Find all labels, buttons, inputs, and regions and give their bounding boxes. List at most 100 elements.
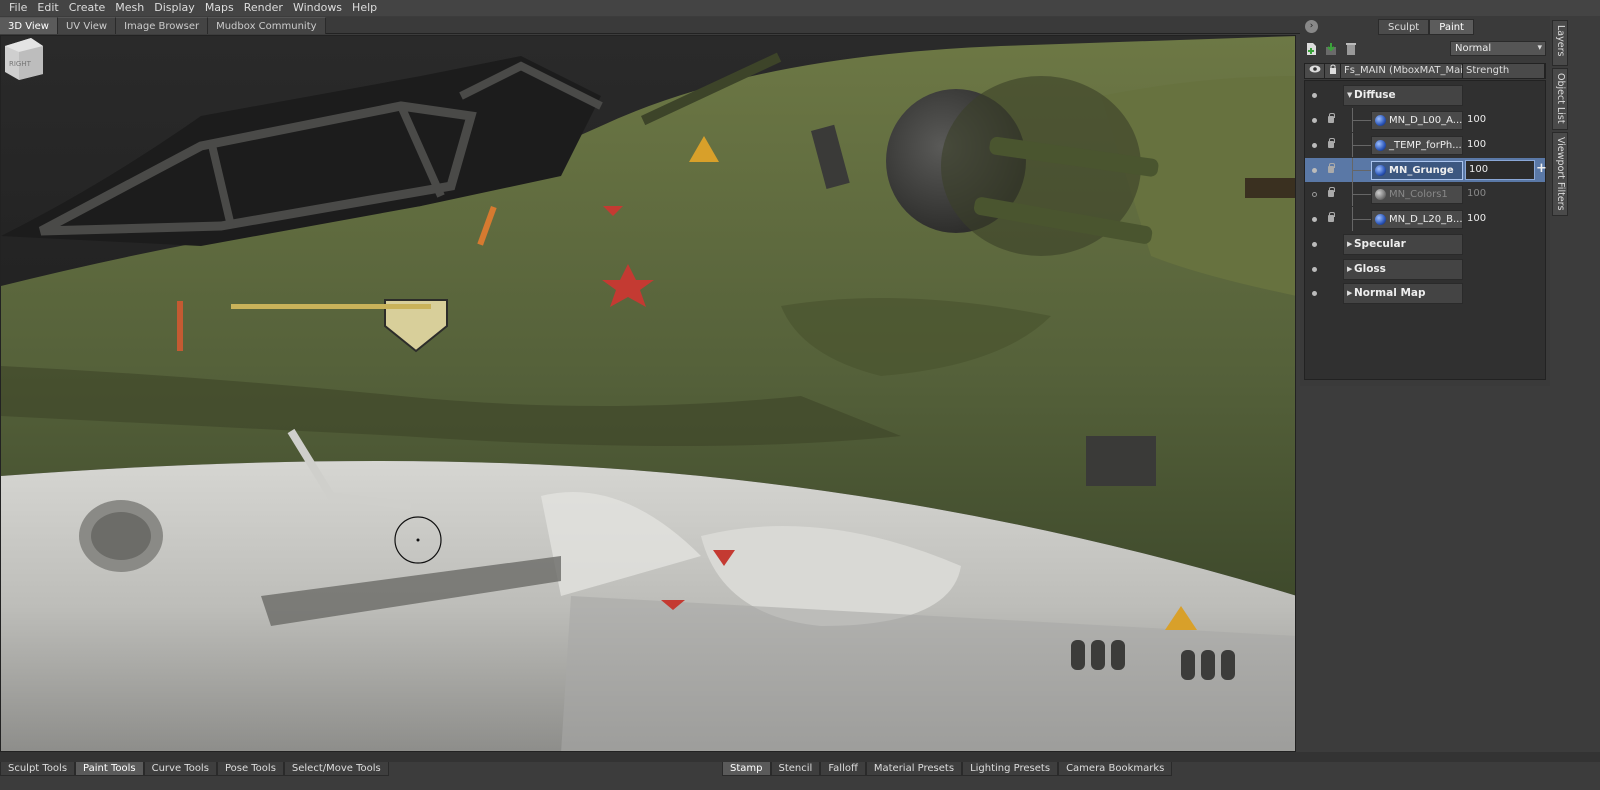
- visibility-dot-icon[interactable]: [1312, 291, 1317, 296]
- menu-render[interactable]: Render: [239, 0, 288, 16]
- layer-row[interactable]: MN_D_L20_B... 100: [1305, 207, 1545, 231]
- new-layer-icon[interactable]: [1304, 42, 1318, 56]
- layer-name: MN_Grunge: [1389, 165, 1454, 176]
- layer-row[interactable]: _TEMP_forPh... 100: [1305, 133, 1545, 157]
- layer-name: MN_D_L00_A...: [1389, 115, 1463, 126]
- visibility-dot-icon[interactable]: [1312, 267, 1317, 272]
- lock-icon[interactable]: [1328, 187, 1335, 197]
- visibility-dot-icon[interactable]: [1312, 192, 1317, 197]
- viewport-tabs: 3D View UV View Image Browser Mudbox Com…: [0, 17, 1300, 34]
- sculpt-mode-button[interactable]: Sculpt: [1378, 19, 1430, 35]
- lock-icon[interactable]: [1328, 212, 1335, 222]
- layer-strength[interactable]: 100: [1469, 164, 1488, 175]
- group-tile[interactable]: ▶ Normal Map: [1343, 283, 1463, 304]
- tab-pose-tools[interactable]: Pose Tools: [216, 762, 284, 776]
- tab-layers[interactable]: Layers: [1552, 20, 1568, 66]
- tab-select-move-tools[interactable]: Select/Move Tools: [283, 762, 389, 776]
- tab-stencil[interactable]: Stencil: [770, 762, 821, 776]
- tab-3d-view[interactable]: 3D View: [0, 17, 58, 34]
- tab-material-presets[interactable]: Material Presets: [865, 762, 963, 776]
- tab-image-browser[interactable]: Image Browser: [116, 17, 209, 34]
- visibility-dot-icon[interactable]: [1312, 242, 1317, 247]
- layer-swatch-icon: [1375, 189, 1386, 200]
- tab-camera-bookmarks[interactable]: Camera Bookmarks: [1058, 762, 1173, 776]
- visibility-column-header[interactable]: [1305, 64, 1325, 78]
- layer-strength[interactable]: 100: [1467, 114, 1486, 125]
- tab-object-list-label: Object List: [1555, 73, 1566, 124]
- material-name-header[interactable]: Fs_MAIN (MboxMAT_Main: [1341, 64, 1463, 78]
- menu-mesh[interactable]: Mesh: [110, 0, 149, 16]
- group-tile[interactable]: ▶ Specular: [1343, 234, 1463, 255]
- 3d-viewport[interactable]: RIGHT: [0, 35, 1296, 752]
- tab-viewport-filters[interactable]: Viewport Filters: [1552, 132, 1568, 216]
- strength-column-header[interactable]: Strength: [1463, 64, 1545, 78]
- tab-sculpt-tools[interactable]: Sculpt Tools: [0, 762, 76, 776]
- plus-icon[interactable]: +: [1536, 161, 1547, 176]
- menu-file[interactable]: File: [4, 0, 32, 16]
- layer-tile[interactable]: MN_D_L20_B...: [1371, 210, 1463, 229]
- layers-header: Fs_MAIN (MboxMAT_Main Strength: [1304, 63, 1546, 79]
- lock-icon[interactable]: [1328, 138, 1335, 148]
- group-tile[interactable]: ▼ Diffuse: [1343, 85, 1463, 106]
- layer-swatch-icon: [1375, 115, 1386, 126]
- layer-strength[interactable]: 100: [1467, 213, 1486, 224]
- menu-edit[interactable]: Edit: [32, 0, 63, 16]
- tab-stamp[interactable]: Stamp: [722, 762, 771, 776]
- layer-list: ▼ Diffuse MN_D_L00_A... 100 _TEMP_forPh.…: [1304, 80, 1547, 380]
- layer-tile[interactable]: MN_Grunge: [1371, 161, 1463, 180]
- layer-name: _TEMP_forPh...: [1389, 140, 1462, 151]
- visibility-dot-icon[interactable]: [1312, 93, 1317, 98]
- tab-uv-view[interactable]: UV View: [57, 17, 117, 34]
- layer-tile[interactable]: MN_D_L00_A...: [1371, 111, 1463, 130]
- tab-curve-tools[interactable]: Curve Tools: [143, 762, 217, 776]
- layer-row-selected[interactable]: MN_Grunge 100 +: [1305, 158, 1547, 182]
- channel-group-diffuse[interactable]: ▼ Diffuse: [1305, 83, 1545, 107]
- paint-mode-button[interactable]: Paint: [1429, 19, 1474, 35]
- tab-paint-tools[interactable]: Paint Tools: [75, 762, 144, 776]
- layer-swatch-icon: [1375, 165, 1386, 176]
- tab-lighting-presets[interactable]: Lighting Presets: [962, 762, 1059, 776]
- bottom-separator: [0, 752, 1600, 762]
- group-tile[interactable]: ▶ Gloss: [1343, 259, 1463, 280]
- eye-icon: [1309, 65, 1320, 73]
- tool-tray-tabs: Sculpt Tools Paint Tools Curve Tools Pos…: [0, 762, 389, 776]
- channel-group-normal-map[interactable]: ▶ Normal Map: [1305, 281, 1545, 305]
- layer-strength[interactable]: 100: [1467, 188, 1486, 199]
- group-label: Gloss: [1354, 263, 1386, 275]
- delete-layer-icon[interactable]: [1344, 42, 1358, 56]
- tab-viewport-filters-label: Viewport Filters: [1555, 137, 1566, 211]
- menu-create[interactable]: Create: [64, 0, 111, 16]
- layer-row[interactable]: MN_Colors1 100: [1305, 182, 1545, 206]
- panel-top-bar: › Sculpt Paint: [1300, 16, 1550, 38]
- blend-mode-dropdown[interactable]: Normal ▾: [1450, 41, 1546, 56]
- menu-display[interactable]: Display: [149, 0, 200, 16]
- tab-falloff[interactable]: Falloff: [820, 762, 866, 776]
- sculpt-paint-switch: Sculpt Paint: [1378, 19, 1474, 35]
- lock-column-header[interactable]: [1325, 64, 1341, 78]
- viewcube-icon[interactable]: RIGHT: [1, 36, 45, 80]
- channel-group-specular[interactable]: ▶ Specular: [1305, 232, 1545, 256]
- layer-tile[interactable]: MN_Colors1: [1371, 185, 1463, 204]
- panel-empty-area: [1300, 386, 1550, 752]
- visibility-dot-icon[interactable]: [1312, 168, 1317, 173]
- lock-icon[interactable]: [1328, 163, 1335, 173]
- layer-tile[interactable]: _TEMP_forPh...: [1371, 136, 1463, 155]
- menu-bar: File Edit Create Mesh Display Maps Rende…: [0, 0, 1600, 16]
- channel-group-gloss[interactable]: ▶ Gloss: [1305, 257, 1545, 281]
- visibility-dot-icon[interactable]: [1312, 217, 1317, 222]
- import-layer-icon[interactable]: [1324, 42, 1338, 56]
- layer-swatch-icon: [1375, 214, 1386, 225]
- visibility-dot-icon[interactable]: [1312, 118, 1317, 123]
- tab-object-list[interactable]: Object List: [1552, 68, 1568, 130]
- lock-icon[interactable]: [1328, 113, 1335, 123]
- menu-maps[interactable]: Maps: [200, 0, 239, 16]
- menu-windows[interactable]: Windows: [288, 0, 347, 16]
- menu-help[interactable]: Help: [347, 0, 382, 16]
- layer-row[interactable]: MN_D_L00_A... 100: [1305, 108, 1545, 132]
- tab-mudbox-community[interactable]: Mudbox Community: [208, 17, 326, 34]
- collapse-panel-button[interactable]: ›: [1305, 20, 1318, 33]
- tree-connector: [1352, 182, 1371, 206]
- visibility-dot-icon[interactable]: [1312, 143, 1317, 148]
- blend-mode-value: Normal: [1455, 43, 1492, 54]
- layer-strength[interactable]: 100: [1467, 139, 1486, 150]
